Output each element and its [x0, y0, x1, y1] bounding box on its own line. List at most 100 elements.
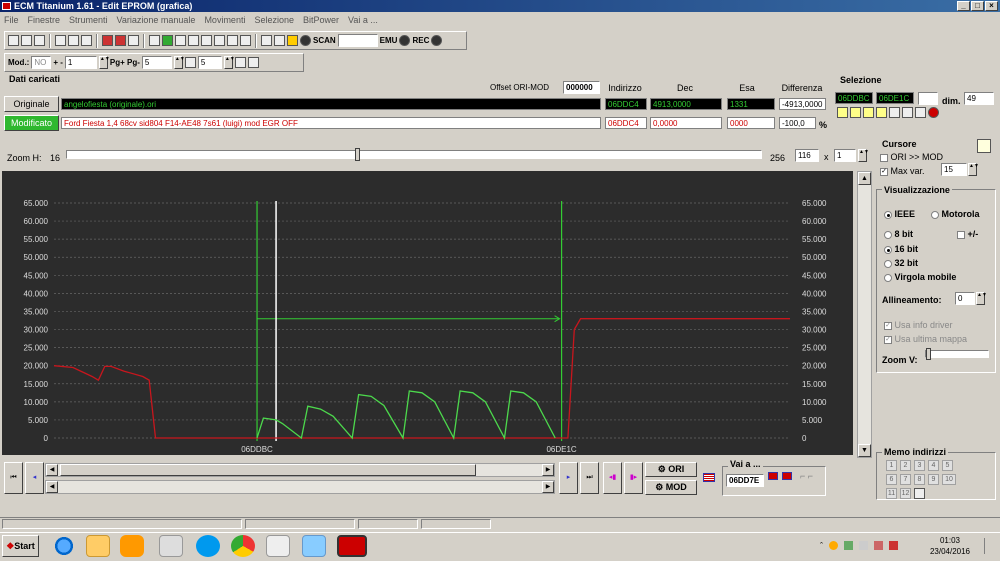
tray-monitor-icon[interactable] [874, 541, 883, 550]
graph-svg[interactable]: 65.000 65.000 60.000 60.000 55.000 55.000 50.0… [2, 171, 853, 455]
lamp-icon[interactable] [977, 139, 991, 153]
select-end-icon[interactable] [850, 107, 861, 118]
memo-key-7[interactable]: 7 [900, 474, 911, 485]
16bit-radio[interactable] [884, 245, 892, 254]
zoom-mult-field[interactable]: 1 [834, 149, 856, 162]
step-spinner[interactable]: ▲▼ [98, 56, 110, 69]
memo-key-8[interactable]: 8 [914, 474, 925, 485]
mod-diff-field[interactable]: -100,0 [779, 117, 816, 129]
graph-vscroll[interactable]: ▲ ▼ [857, 171, 872, 458]
mod-field[interactable]: NO [31, 56, 52, 69]
flag2-icon[interactable] [782, 472, 792, 480]
table-icon[interactable] [149, 35, 160, 46]
hscroll-top-left-icon[interactable]: ◀ [46, 464, 58, 476]
chip-icon[interactable] [162, 35, 173, 46]
sel-blank-field[interactable] [918, 92, 938, 105]
menu-selezione[interactable]: Selezione [254, 13, 294, 27]
memo-key-3[interactable]: 3 [914, 460, 925, 471]
nav-next-icon[interactable]: ▸ [559, 462, 578, 494]
hscroll-top-right-icon[interactable]: ▶ [542, 464, 554, 476]
layout2-icon[interactable] [247, 57, 259, 68]
tray-app-icon[interactable] [829, 541, 838, 550]
select-start-icon[interactable] [837, 107, 848, 118]
nav-prev-icon[interactable]: ◂ [25, 462, 44, 494]
originale-button[interactable]: Originale [4, 96, 59, 112]
val3-field[interactable]: 5 [197, 56, 222, 69]
zoom-value-field[interactable]: 116 [795, 149, 819, 162]
grid-icon[interactable] [128, 35, 139, 46]
menu-strumenti[interactable]: Strumenti [69, 13, 108, 27]
menu-file[interactable]: File [4, 13, 19, 27]
start-button[interactable]: ❖Start [2, 535, 39, 557]
minimize-button[interactable]: _ [957, 1, 970, 11]
step-field[interactable]: 1 [64, 56, 97, 69]
memo-key-10[interactable]: 10 [942, 474, 956, 485]
motorola-radio[interactable] [931, 210, 939, 219]
memo-key-9[interactable]: 9 [928, 474, 939, 485]
runner-icon[interactable] [287, 35, 298, 46]
ori-mod-checkbox[interactable] [880, 153, 888, 162]
usa-info-option[interactable]: ✓ Usa info driver [884, 320, 953, 330]
hscroll-bottom-left-icon[interactable]: ◀ [46, 481, 58, 493]
zoom-v-slider[interactable] [925, 348, 989, 360]
window-icon[interactable] [261, 35, 272, 46]
sigma-icon[interactable] [201, 35, 212, 46]
scan-dropdown[interactable] [337, 34, 378, 47]
select-copy-icon[interactable] [889, 107, 900, 118]
memo-key-4[interactable]: 4 [928, 460, 939, 471]
zoom-v-thumb[interactable] [926, 348, 931, 360]
maximize-button[interactable]: □ [971, 1, 984, 11]
mod-button[interactable]: ⚙ MOD [645, 480, 697, 495]
rec-icon[interactable] [431, 35, 443, 46]
modificato-button[interactable]: Modificato [4, 115, 59, 131]
pg-spinner[interactable]: ▲▼ [173, 56, 185, 69]
maxvar-spinner[interactable]: ▲▼ [968, 163, 979, 176]
hscroll-bottom[interactable]: ◀ ▶ [45, 480, 555, 494]
ieee-radio[interactable] [884, 210, 892, 219]
bracket-icon[interactable]: ⌐ ⌐ [800, 471, 813, 481]
ieee-option[interactable]: IEEE [884, 209, 915, 219]
nav-last-icon[interactable]: ⏭ [580, 462, 599, 494]
tray-volume-icon[interactable] [859, 541, 868, 550]
tray-clock[interactable]: 01:03 23/04/2016 [928, 535, 972, 557]
select-paste-icon[interactable] [902, 107, 913, 118]
pm-checkbox[interactable] [957, 230, 965, 239]
virgola-radio[interactable] [884, 273, 892, 282]
val3-spinner[interactable]: ▲▼ [223, 56, 235, 69]
memo-key-12[interactable]: 12 [900, 488, 911, 499]
layout-icon[interactable] [234, 57, 246, 68]
hscroll-top-thumb[interactable] [60, 464, 476, 476]
ori-button[interactable]: ⚙ ORI [645, 462, 697, 477]
bell-icon[interactable] [274, 35, 285, 46]
zoom-mult-spinner[interactable]: ▲▼ [858, 149, 869, 162]
hscroll-bottom-right-icon[interactable]: ▶ [542, 481, 554, 493]
usa-mappa-option[interactable]: ✓ Usa ultima mappa [884, 334, 967, 344]
8bit-option[interactable]: 8 bit [884, 229, 913, 239]
tray-up-icon[interactable]: ˆ [820, 541, 823, 551]
binoculars-icon[interactable] [240, 35, 251, 46]
memo-key-11[interactable]: 11 [886, 488, 897, 499]
scissors-icon[interactable] [159, 535, 183, 557]
save-as-icon[interactable] [81, 35, 92, 46]
usa-mappa-checkbox[interactable]: ✓ [884, 335, 892, 344]
paste-icon[interactable] [34, 35, 45, 46]
home-icon[interactable] [8, 35, 19, 46]
memo-key-1[interactable]: 1 [886, 460, 897, 471]
chart-icon[interactable] [227, 35, 238, 46]
map-icon[interactable] [115, 35, 126, 46]
skype-icon[interactable] [196, 535, 220, 557]
pm-option[interactable]: +/- [957, 229, 978, 239]
list-icon[interactable] [175, 35, 186, 46]
flag-icon[interactable] [768, 472, 778, 480]
select-range-icon[interactable] [863, 107, 874, 118]
tray-flag-icon[interactable] [889, 541, 898, 550]
media-player-icon[interactable] [120, 535, 144, 557]
maxvar-field[interactable]: 15 [941, 163, 967, 176]
open-folder-icon[interactable] [55, 35, 66, 46]
show-desktop-button[interactable] [984, 538, 994, 554]
import-icon[interactable] [214, 35, 225, 46]
virgola-option[interactable]: Virgola mobile [884, 272, 956, 282]
scroll-down-icon[interactable]: ▼ [858, 444, 871, 457]
dim-field[interactable]: 49 [964, 92, 994, 105]
mod-esa-field[interactable]: 0000 [727, 117, 775, 129]
